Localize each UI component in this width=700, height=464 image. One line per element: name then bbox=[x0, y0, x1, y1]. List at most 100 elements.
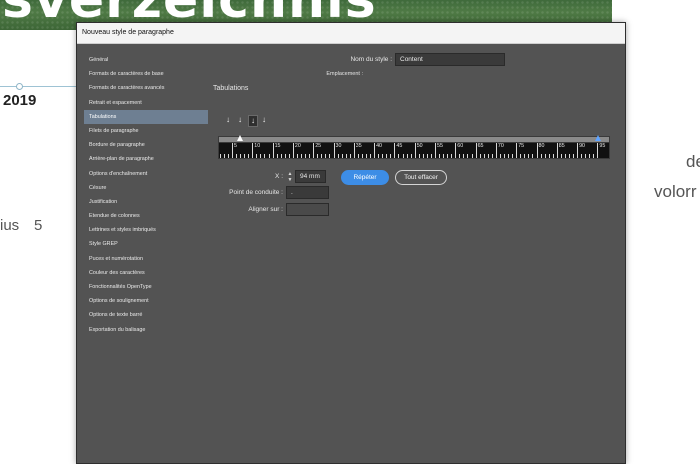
ruler-tick bbox=[548, 154, 550, 158]
sidebar-item[interactable]: Tabulations bbox=[84, 109, 208, 124]
sidebar-item[interactable]: Fonctionnalités OpenType bbox=[84, 280, 208, 294]
ruler-tick bbox=[443, 154, 445, 158]
decimal-tab-icon[interactable]: ↓ bbox=[260, 115, 268, 125]
document-guide-line bbox=[0, 86, 78, 87]
banner-title: sverzeichnis bbox=[2, 0, 377, 30]
sidebar-item[interactable]: Style GREP bbox=[84, 237, 208, 251]
ruler-tick bbox=[223, 154, 225, 158]
ruler-tick bbox=[406, 154, 408, 158]
ruler-tick bbox=[292, 143, 294, 158]
ruler-tick bbox=[536, 143, 538, 158]
ruler-tick bbox=[345, 154, 347, 158]
ruler-tick bbox=[365, 154, 367, 158]
x-position-label: X : bbox=[275, 173, 283, 180]
sidebar-item[interactable]: Césure bbox=[84, 181, 208, 195]
sidebar-item[interactable]: Options de texte barré bbox=[84, 308, 208, 322]
ruler-tick-label: 15 bbox=[274, 143, 281, 149]
ruler-tick bbox=[280, 154, 282, 158]
sidebar-item[interactable]: Etendue de colonnes bbox=[84, 209, 208, 223]
ruler-tick bbox=[422, 154, 424, 158]
ruler-tick bbox=[577, 143, 579, 158]
sidebar-item[interactable]: Formats de caractères de base bbox=[84, 67, 208, 81]
document-text-de: de bbox=[686, 152, 700, 171]
sidebar-item[interactable]: Options d'enchaînement bbox=[84, 167, 208, 181]
style-name-input[interactable]: Content bbox=[395, 53, 505, 66]
sidebar-item[interactable]: Exportation du balisage bbox=[84, 323, 208, 337]
ruler-tick bbox=[317, 154, 319, 158]
leader-input[interactable]: . bbox=[286, 186, 329, 199]
ruler-tick bbox=[240, 154, 242, 158]
new-paragraph-style-dialog: Nouveau style de paragraphe Général Forma… bbox=[76, 22, 626, 464]
sidebar-item[interactable]: Général bbox=[84, 53, 208, 67]
ruler-tick bbox=[260, 154, 262, 158]
ruler-tick-label: 45 bbox=[396, 143, 403, 149]
style-name-label: Nom du style : bbox=[350, 56, 392, 63]
ruler-tick bbox=[349, 154, 351, 158]
ruler-tick bbox=[333, 143, 335, 158]
ruler-tick bbox=[264, 154, 266, 158]
ruler-tick bbox=[398, 154, 400, 158]
left-tab-icon[interactable]: ↓ bbox=[224, 115, 232, 125]
sidebar-item[interactable]: Retrait et espacement bbox=[84, 96, 208, 110]
align-on-input[interactable] bbox=[286, 203, 329, 216]
ruler-tick bbox=[467, 154, 469, 158]
document-text-five: 5 bbox=[34, 217, 43, 234]
left-indent-marker[interactable] bbox=[237, 135, 243, 141]
sidebar-item[interactable]: Filets de paragraphe bbox=[84, 124, 208, 138]
ruler-tick-label: 10 bbox=[254, 143, 261, 149]
ruler-tick bbox=[520, 154, 522, 158]
sidebar-item[interactable]: Formats de caractères avancés bbox=[84, 81, 208, 95]
ruler-tick bbox=[568, 154, 570, 158]
document-guide-handle bbox=[16, 83, 23, 90]
ruler-tick-label: 35 bbox=[355, 143, 362, 149]
tab-ruler[interactable]: 5 10 15 20 25 30 35 40 45 50 55 60 65 70 75 80 85 90 95 bbox=[218, 142, 610, 159]
ruler-tick bbox=[459, 154, 461, 158]
ruler-tick bbox=[593, 154, 595, 158]
ruler-tick-label: 70 bbox=[497, 143, 504, 149]
ruler-tick bbox=[495, 143, 497, 158]
ruler-tick bbox=[219, 154, 221, 158]
ruler-tick bbox=[252, 143, 254, 158]
ruler-tick bbox=[353, 143, 355, 158]
clear-all-button[interactable]: Tout effacer bbox=[395, 170, 447, 185]
right-tab-icon[interactable]: ↓ bbox=[248, 115, 258, 127]
ruler-tick bbox=[232, 143, 233, 158]
ruler-tick bbox=[516, 143, 518, 158]
ruler-tick-label: 65 bbox=[477, 143, 484, 149]
ruler-tick-label: 85 bbox=[558, 143, 565, 149]
repeat-button[interactable]: Répéter bbox=[341, 170, 389, 185]
ruler-tick bbox=[329, 154, 331, 158]
sidebar-item[interactable]: Couleur des caractères bbox=[84, 266, 208, 280]
ruler-tick bbox=[487, 154, 489, 158]
ruler-tick bbox=[471, 154, 473, 158]
sidebar-item[interactable]: Arrière-plan de paragraphe bbox=[84, 152, 208, 166]
x-stepper-icon[interactable]: ▲ ▼ bbox=[286, 171, 294, 183]
ruler-tick bbox=[309, 154, 311, 158]
sidebar-item[interactable]: Bordure de paragraphe bbox=[84, 138, 208, 152]
ruler-tick-label: 55 bbox=[437, 143, 443, 149]
sidebar-item[interactable]: Lettrines et styles imbriqués bbox=[84, 223, 208, 237]
tab-stop-marker[interactable] bbox=[595, 135, 601, 141]
ruler-tick bbox=[479, 154, 481, 158]
ruler-tick bbox=[463, 154, 465, 158]
ruler-tick bbox=[560, 154, 562, 158]
sidebar-item[interactable]: Justification bbox=[84, 195, 208, 209]
ruler-tick-label: 95 bbox=[599, 143, 606, 149]
ruler-tick bbox=[236, 154, 238, 158]
ruler-tick bbox=[357, 154, 359, 158]
document-text-ius: ius bbox=[0, 217, 20, 234]
ruler-tick bbox=[426, 154, 428, 158]
ruler-tick bbox=[430, 154, 432, 158]
document-text-volorr: volorr bbox=[654, 182, 697, 201]
center-tab-icon[interactable]: ↓ bbox=[236, 115, 244, 125]
ruler-tick-label: 30 bbox=[335, 143, 342, 149]
ruler-tick bbox=[313, 143, 315, 158]
ruler-tick bbox=[341, 154, 343, 158]
sidebar-item[interactable]: Puces et numérotation bbox=[84, 252, 208, 266]
ruler-tick bbox=[451, 154, 453, 158]
ruler-tick bbox=[402, 154, 404, 158]
sidebar-item[interactable]: Options de soulignement bbox=[84, 294, 208, 308]
ruler-tick bbox=[556, 143, 558, 158]
ruler-tick-label: 80 bbox=[538, 143, 545, 149]
x-position-input[interactable]: 94 mm bbox=[295, 170, 326, 183]
